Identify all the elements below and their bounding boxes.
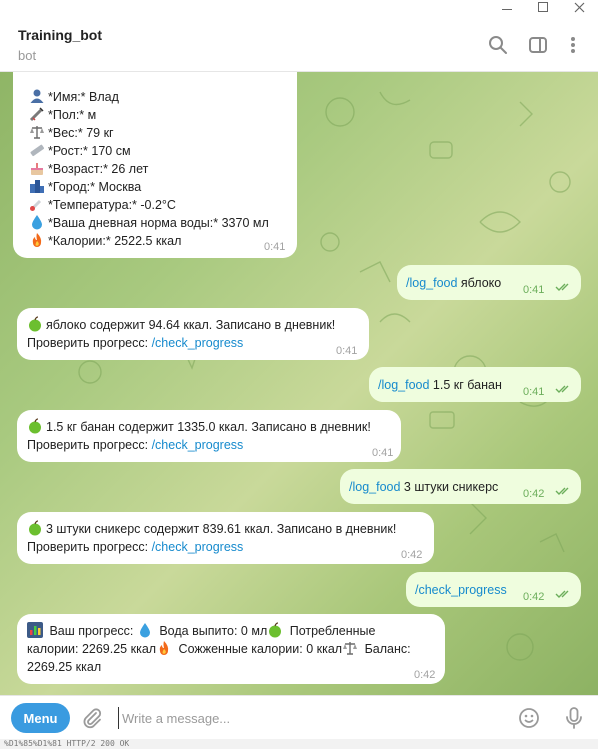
check-progress-link[interactable]: /check_progress (152, 438, 244, 452)
microphone-icon (566, 707, 582, 729)
check-progress-link[interactable]: /check_progress (152, 336, 244, 350)
outgoing-message[interactable]: /check_progress 0:42 (406, 572, 581, 607)
profile-line-calories: *Калории:* 2522.5 ккал (29, 232, 269, 250)
message-text: 3 штуки сникерс содержит 839.61 ккал. За… (46, 522, 397, 536)
chat-history[interactable]: *Имя:* Влад *Пол:* м *Вес:* 79 кг *Рост:… (0, 72, 598, 695)
message-time: 0:42 (414, 669, 436, 681)
message-input[interactable] (118, 707, 498, 729)
more-vertical-icon (571, 37, 575, 53)
smiley-icon (519, 708, 539, 728)
incoming-message[interactable]: 3 штуки сникерс содержит 839.61 ккал. За… (17, 512, 434, 564)
message-text: яблоко содержит 94.64 ккал. Записано в д… (46, 318, 336, 332)
emoji-button[interactable] (517, 706, 541, 730)
message-time: 0:42 (523, 591, 545, 603)
consumed-label: Потребленные (286, 624, 376, 638)
read-check-icon (555, 385, 569, 393)
message-time: 0:41 (523, 386, 545, 398)
background-status-text: %D1%85%D1%81 HTTP/2 200 OK (0, 739, 598, 749)
green-apple-icon (29, 418, 41, 434)
person-icon (30, 89, 44, 103)
green-apple-icon (29, 520, 41, 536)
minimize-button[interactable] (490, 0, 524, 14)
profile-line-height: *Рост:* 170 см (29, 142, 269, 160)
chat-header: Training_bot bot (0, 16, 598, 72)
message-time: 0:42 (523, 488, 545, 500)
message-time: 0:41 (336, 345, 358, 357)
message-text: Проверить прогресс: (27, 438, 152, 452)
maximize-button[interactable] (526, 0, 560, 14)
city-icon (30, 180, 44, 193)
progress-title: Ваш прогресс: (46, 624, 137, 638)
droplet-icon (32, 215, 42, 230)
scales-icon (30, 126, 44, 139)
balance-label: Баланс: (361, 642, 411, 656)
message-time: 0:42 (401, 549, 423, 561)
burned-text: Сожженные калории: 0 ккал (175, 642, 343, 656)
droplet-icon (139, 623, 150, 638)
command-link[interactable]: /log_food (378, 378, 429, 392)
chat-title[interactable]: Training_bot (18, 27, 102, 43)
consumed-value: калории: 2269.25 ккал (27, 642, 157, 656)
sidebar-panel-icon (529, 37, 547, 53)
profile-line-city: *Город:* Москва (29, 178, 269, 196)
message-text: 1.5 кг банан (429, 378, 502, 392)
close-window-button[interactable] (562, 0, 596, 14)
balance-value: 2269.25 ккал (27, 660, 102, 674)
profile-line-water: *Ваша дневная норма воды:* 3370 мл (29, 214, 269, 232)
voice-message-button[interactable] (562, 705, 586, 731)
message-text: Проверить прогресс: (27, 540, 152, 554)
profile-lines: *Имя:* Влад *Пол:* м *Вес:* 79 кг *Рост:… (29, 88, 269, 250)
fire-icon (32, 233, 42, 247)
composer-bar: Menu (0, 695, 598, 739)
bar-chart-icon (27, 622, 43, 638)
message-text: Проверить прогресс: (27, 336, 152, 350)
message-time: 0:41 (523, 284, 545, 296)
message-time: 0:41 (372, 447, 394, 459)
green-apple-icon (29, 316, 41, 332)
water-drunk-text: Вода выпито: 0 мл (155, 624, 268, 638)
green-apple-icon (269, 622, 282, 638)
search-button[interactable] (487, 34, 509, 56)
incoming-message[interactable]: 1.5 кг банан содержит 1335.0 ккал. Запис… (17, 410, 401, 462)
close-icon (574, 2, 584, 12)
command-link[interactable]: /log_food (349, 480, 400, 494)
read-check-icon (555, 590, 569, 598)
fire-icon (159, 641, 169, 655)
profile-line-age: *Возраст:* 26 лет (29, 160, 269, 178)
outgoing-message[interactable]: /log_food 3 штуки сникерс 0:42 (340, 469, 581, 504)
profile-line-temperature: *Температура:* -0.2°C (29, 196, 269, 214)
window-titlebar (0, 0, 598, 16)
thermometer-icon (30, 199, 42, 211)
command-link[interactable]: /log_food (406, 276, 457, 290)
profile-line-weight: *Вес:* 79 кг (29, 124, 269, 142)
chat-subtitle: bot (18, 48, 37, 63)
outgoing-message[interactable]: /log_food 1.5 кг банан 0:41 (369, 367, 581, 402)
menu-button[interactable]: Menu (11, 703, 70, 733)
message-text: 1.5 кг банан содержит 1335.0 ккал. Запис… (46, 420, 371, 434)
profile-line-name: *Имя:* Влад (29, 88, 269, 106)
incoming-message[interactable]: яблоко содержит 94.64 ккал. Записано в д… (17, 308, 369, 360)
sidebar-toggle-button[interactable] (527, 34, 549, 56)
check-progress-link[interactable]: /check_progress (415, 583, 507, 597)
read-check-icon (555, 283, 569, 291)
cake-icon (31, 163, 43, 175)
message-time: 0:41 (264, 241, 286, 253)
message-text: 3 штуки сникерс (400, 480, 499, 494)
more-options-button[interactable] (562, 34, 584, 56)
progress-message[interactable]: Ваш прогресс: Вода выпито: 0 мл Потребле… (17, 614, 445, 684)
read-check-icon (555, 487, 569, 495)
profile-line-sex: *Пол:* м (29, 106, 269, 124)
attach-button[interactable] (80, 706, 104, 730)
scales-icon (343, 642, 358, 655)
message-text: яблоко (457, 276, 502, 290)
profile-message[interactable]: *Имя:* Влад *Пол:* м *Вес:* 79 кг *Рост:… (13, 72, 297, 258)
syringe-icon (29, 107, 44, 122)
check-progress-link[interactable]: /check_progress (152, 540, 244, 554)
ruler-icon (30, 144, 45, 157)
search-icon (489, 36, 507, 54)
outgoing-message[interactable]: /log_food яблоко 0:41 (397, 265, 581, 300)
paperclip-icon (83, 708, 102, 729)
